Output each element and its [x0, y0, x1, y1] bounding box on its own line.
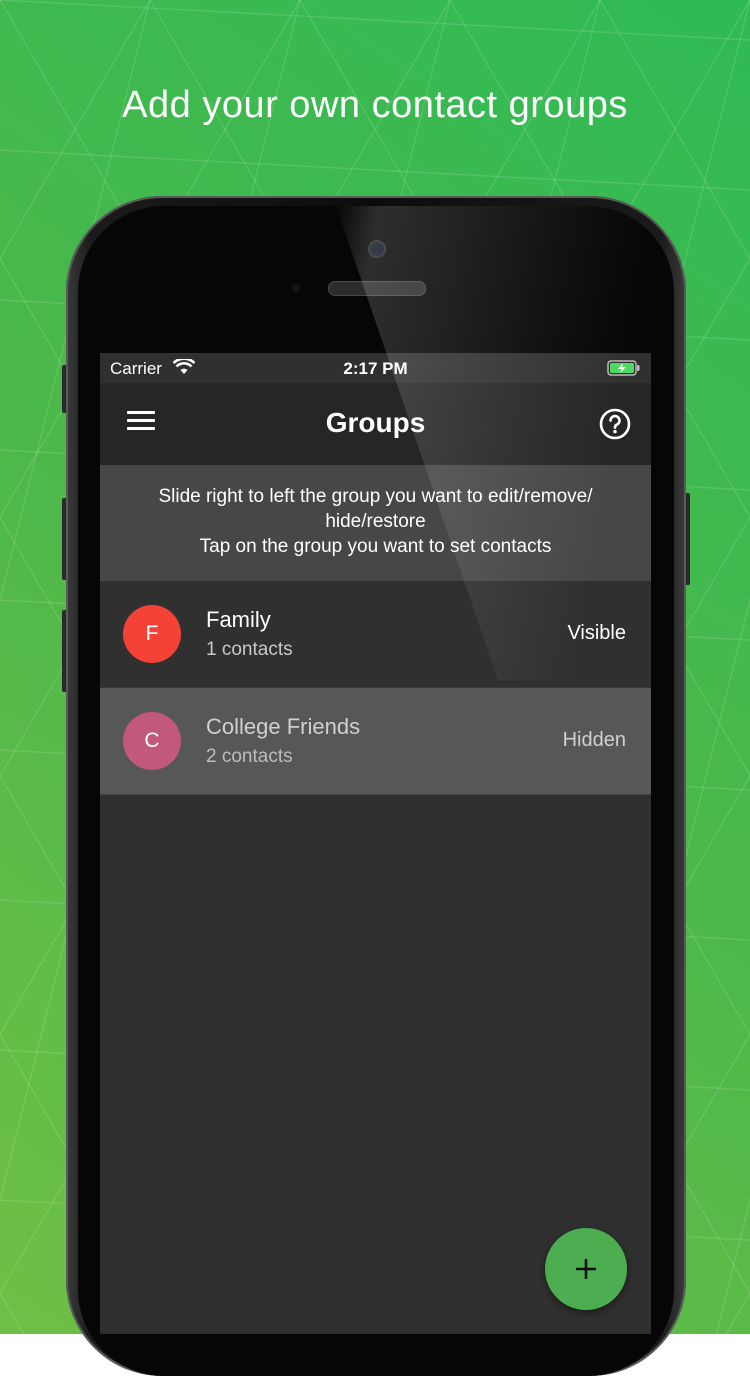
status-time: 2:17 PM	[100, 359, 651, 379]
instruction-line: Tap on the group you want to set contact…	[100, 534, 651, 559]
headline: Add your own contact groups	[0, 84, 750, 127]
instructions-panel: Slide right to left the group you want t…	[100, 465, 651, 581]
avatar: C	[123, 712, 181, 770]
status-bar: Carrier 2:17 PM	[100, 353, 651, 383]
group-visibility-status: Visible	[567, 622, 626, 645]
avatar: F	[123, 605, 181, 663]
earpiece-speaker	[328, 281, 426, 296]
add-group-button[interactable]	[545, 1228, 627, 1310]
group-contact-count: 1 contacts	[206, 639, 293, 661]
group-row-college-friends[interactable]: C College Friends 2 contacts Hidden	[100, 688, 651, 795]
group-name: College Friends	[206, 714, 360, 740]
battery-charging-icon	[607, 360, 641, 381]
phone-screen: Carrier 2:17 PM Groups	[100, 353, 651, 1334]
group-name: Family	[206, 607, 271, 633]
proximity-sensor	[292, 284, 300, 292]
group-visibility-status: Hidden	[563, 729, 626, 752]
app-bar: Groups	[100, 383, 651, 465]
group-row-family[interactable]: F Family 1 contacts Visible	[100, 581, 651, 688]
help-circle-icon[interactable]	[599, 408, 631, 445]
plus-icon	[574, 1257, 598, 1281]
camera-icon	[368, 240, 386, 258]
instruction-line: Slide right to left the group you want t…	[100, 484, 651, 509]
instruction-line: hide/restore	[100, 509, 651, 534]
group-contact-count: 2 contacts	[206, 746, 293, 768]
page-title: Groups	[100, 407, 651, 439]
